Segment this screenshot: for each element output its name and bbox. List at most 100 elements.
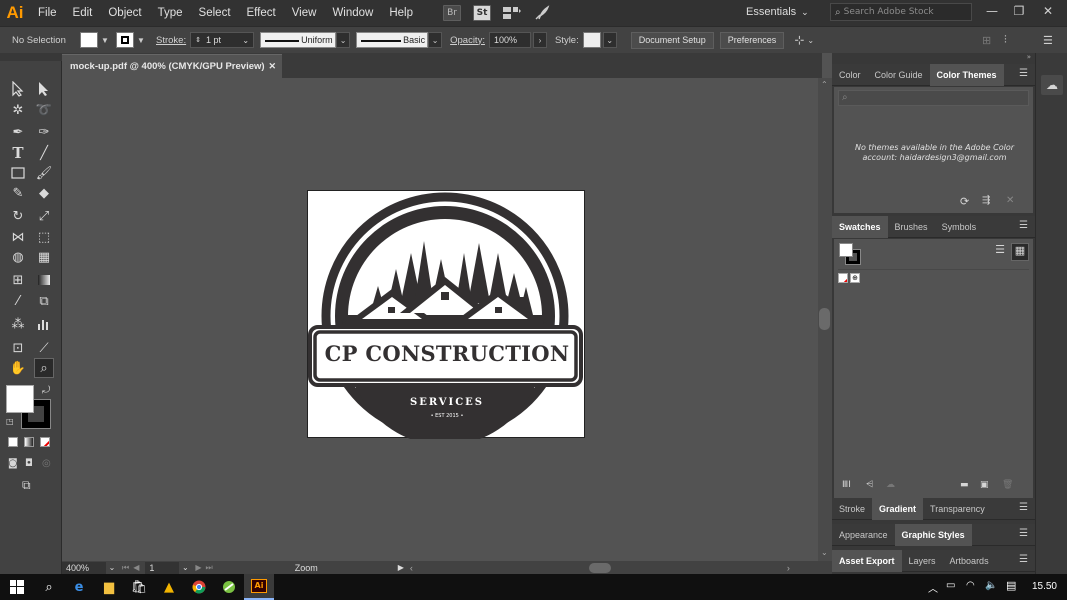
fill-swatch[interactable] — [80, 32, 98, 48]
swap-fill-stroke-icon[interactable]: ⤾ — [42, 385, 50, 396]
close-tab-icon[interactable]: ✕ — [268, 61, 276, 72]
draw-inside-icon[interactable]: ◎ — [42, 458, 51, 469]
libraries-icon[interactable]: ☁ — [1041, 75, 1063, 95]
tab-stroke[interactable]: Stroke — [832, 498, 872, 520]
bridge-icon[interactable]: Br — [443, 5, 461, 21]
tab-asset-export[interactable]: Asset Export — [832, 549, 902, 572]
artboard[interactable]: ★ ★ CP CONSTRUCTION SERVICES • EST 2015 … — [307, 190, 585, 439]
restore-icon[interactable]: ❐ — [1005, 0, 1033, 22]
menu-type[interactable]: Type — [150, 0, 191, 26]
chevron-down-icon[interactable]: ▼ — [98, 32, 112, 48]
themes-search-input[interactable]: ⌕ — [838, 90, 1029, 106]
close-window-icon[interactable]: ✕ — [1034, 0, 1062, 22]
store-icon[interactable]: 🛍 — [124, 574, 154, 600]
line-tool-icon[interactable]: ╱ — [34, 143, 54, 163]
workspace-switcher[interactable]: Essentials ⌄ — [746, 2, 824, 22]
tab-symbols[interactable]: Symbols — [935, 216, 984, 238]
taskbar-clock[interactable]: 15.50 — [1032, 574, 1057, 600]
cloud-icon[interactable]: ☁ — [886, 480, 895, 490]
menu-view[interactable]: View — [284, 0, 325, 26]
gradient-mode-icon[interactable] — [24, 437, 34, 447]
swatch-kinds-icon[interactable]: ⩤ — [866, 480, 873, 490]
app-icon-yellow[interactable]: ▲ — [154, 574, 184, 600]
draw-behind-icon[interactable]: ◘ — [25, 458, 33, 469]
stroke-profile-dropdown[interactable]: Uniform — [260, 32, 337, 48]
eraser-tool-icon[interactable]: ◆ — [34, 183, 54, 203]
chevron-down-icon[interactable]: ⌄ — [179, 563, 191, 572]
stroke-swatch[interactable] — [116, 32, 134, 48]
toolbar-grip[interactable] — [0, 53, 62, 61]
magic-wand-tool-icon[interactable]: ✲ — [8, 100, 28, 120]
chevron-down-icon[interactable]: ⌄ — [602, 32, 617, 48]
tab-brushes[interactable]: Brushes — [888, 216, 935, 238]
scroll-up-icon[interactable]: ⌃ — [821, 80, 828, 89]
new-color-group-icon[interactable]: ▬ — [960, 480, 969, 490]
panel-menu-icon[interactable]: ☰ — [1019, 220, 1029, 231]
opacity-label[interactable]: Opacity: — [450, 35, 485, 46]
stock-icon[interactable]: St — [473, 5, 491, 21]
dock-grip[interactable]: » — [832, 53, 1035, 63]
color-mode-icon[interactable] — [8, 437, 18, 447]
artboard-tool-icon[interactable]: ⊡ — [8, 338, 28, 358]
default-fill-stroke-icon[interactable]: ◳ — [6, 417, 14, 426]
chevron-down-icon[interactable]: ▼ — [134, 32, 148, 48]
minimize-icon[interactable]: — — [978, 0, 1006, 22]
zoom-level-field[interactable]: 400% — [62, 561, 106, 574]
menu-edit[interactable]: Edit — [65, 0, 101, 26]
fill-color-box-front[interactable] — [6, 385, 34, 413]
illustrator-taskbar-icon[interactable]: Ai — [244, 574, 274, 600]
tab-appearance[interactable]: Appearance — [832, 524, 895, 546]
tab-graphic-styles[interactable]: Graphic Styles — [894, 523, 972, 546]
brush-definition-dropdown[interactable]: Basic — [356, 32, 429, 48]
shape-builder-tool-icon[interactable]: ◍ — [8, 247, 28, 267]
stroke-label[interactable]: Stroke: — [156, 35, 186, 46]
new-swatch-icon[interactable]: ▣ — [980, 480, 989, 490]
edge-browser-icon[interactable]: e — [64, 574, 94, 600]
stepper-icon[interactable]: ⇕ — [195, 36, 201, 44]
volume-icon[interactable]: 🔈 — [985, 580, 997, 591]
menu-help[interactable]: Help — [381, 0, 421, 26]
draw-normal-icon[interactable]: ◙ — [8, 458, 18, 469]
slice-tool-icon[interactable]: ⟋ — [34, 338, 54, 358]
tools-icon[interactable]: ✕ — [1006, 195, 1014, 206]
chevron-right-icon[interactable]: › — [532, 32, 547, 48]
arrange-documents-icon[interactable] — [503, 5, 521, 21]
tab-artboards[interactable]: Artboards — [943, 550, 996, 572]
delete-swatch-icon[interactable]: 🗑 — [1002, 480, 1013, 490]
symbol-sprayer-tool-icon[interactable]: ⁂ — [8, 314, 28, 334]
notifications-icon[interactable]: ▤ — [1006, 579, 1016, 592]
column-graph-tool-icon[interactable] — [34, 314, 54, 334]
last-artboard-icon[interactable]: ⏭ — [206, 563, 213, 573]
vertical-scrollbar[interactable]: ⌃ ⌄ — [818, 78, 832, 561]
document-setup-button[interactable]: Document Setup — [630, 31, 714, 49]
menu-object[interactable]: Object — [100, 0, 149, 26]
swatch-none[interactable] — [838, 273, 848, 283]
horizontal-scroll-thumb[interactable] — [588, 562, 611, 573]
free-transform-tool-icon[interactable]: ⬚ — [34, 227, 54, 247]
menu-file[interactable]: File — [30, 0, 65, 26]
tab-transparency[interactable]: Transparency — [923, 498, 992, 520]
status-menu-icon[interactable]: ▶ — [398, 563, 404, 572]
gradient-tool-icon[interactable] — [34, 270, 54, 290]
tab-color-themes[interactable]: Color Themes — [929, 63, 1004, 86]
vertical-scroll-thumb[interactable] — [819, 308, 830, 330]
stroke-weight-field[interactable]: ⇕ 1 pt ⌄ — [190, 32, 255, 48]
first-artboard-icon[interactable]: ⏮ — [122, 563, 129, 573]
search-stock-input[interactable]: ⌕ Search Adobe Stock — [830, 3, 972, 21]
selection-tool-icon[interactable] — [8, 79, 28, 99]
panel-menu-icon[interactable]: ☰ — [1019, 68, 1029, 79]
chevron-down-icon[interactable]: ⌄ — [336, 32, 351, 48]
transform-icon[interactable]: ⫶ — [1004, 34, 1007, 47]
mesh-tool-icon[interactable]: ⊞ — [8, 270, 28, 290]
blend-tool-icon[interactable]: ⧉ — [34, 291, 54, 311]
perspective-grid-tool-icon[interactable]: ▦ — [34, 247, 54, 267]
opacity-field[interactable]: 100% — [488, 32, 531, 48]
document-tab[interactable]: mock-up.pdf @ 400% (CMYK/GPU Preview) ✕ — [62, 54, 282, 78]
arrange-icon[interactable]: ⊹ — [794, 33, 804, 47]
control-bar-menu-icon[interactable]: ☰ — [1043, 34, 1053, 47]
align-icon[interactable]: ⊞ — [982, 34, 991, 47]
swatch-libraries-icon[interactable]: ⅢⅠ — [842, 480, 851, 490]
windows-start-icon[interactable] — [0, 574, 34, 600]
type-tool-icon[interactable]: T — [8, 143, 28, 163]
chevron-down-icon[interactable]: ⌄ — [428, 32, 443, 48]
